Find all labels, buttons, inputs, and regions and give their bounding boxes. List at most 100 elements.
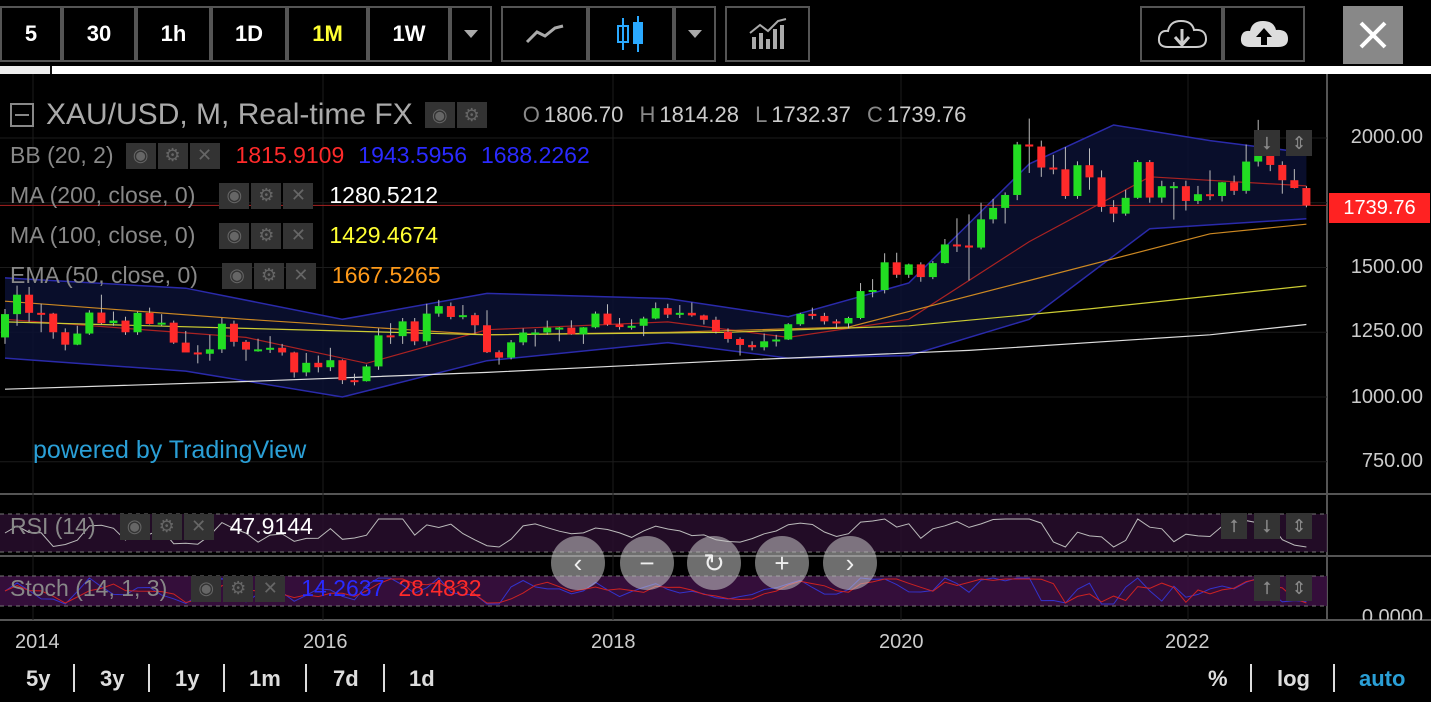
gear-icon[interactable]: ⚙	[251, 182, 282, 209]
candle-body	[362, 366, 371, 382]
separator	[1333, 664, 1335, 692]
candle-body	[133, 312, 142, 333]
candle-body	[229, 323, 238, 342]
expand-pane-icon[interactable]: ⇕	[1286, 575, 1312, 601]
gear-icon[interactable]: ⚙	[151, 513, 182, 540]
zoom-out-button[interactable]: −	[620, 536, 674, 590]
eye-icon[interactable]: ◉	[119, 513, 150, 540]
indicators-button[interactable]	[725, 6, 810, 62]
close-icon[interactable]: ✕	[283, 182, 314, 209]
indicator-name: EMA (50, close, 0)	[10, 262, 198, 288]
indicator-controls: ◉ ⚙ ✕	[119, 513, 214, 540]
chart-type-dropdown-button[interactable]	[674, 6, 716, 62]
close-button[interactable]	[1343, 6, 1403, 64]
eye-icon[interactable]: ◉	[219, 222, 250, 249]
minus-icon: −	[639, 547, 655, 578]
zoom-in-button[interactable]: +	[755, 536, 809, 590]
interval-1m-button[interactable]: 1M	[287, 6, 368, 62]
interval-1h-button[interactable]: 1h	[136, 6, 211, 62]
candlestick-button[interactable]	[588, 6, 674, 62]
interval-5-button[interactable]: 5	[0, 6, 62, 62]
stoch-d-value: 28.4832	[398, 575, 482, 601]
candle-body	[555, 327, 564, 330]
gear-icon[interactable]: ⚙	[456, 102, 487, 128]
interval-30-button[interactable]: 30	[62, 6, 136, 62]
reset-button[interactable]: ↻	[687, 536, 741, 590]
candle-body	[1, 314, 9, 338]
eye-icon[interactable]: ◉	[125, 142, 156, 169]
expand-pane-icon[interactable]: ⇕	[1286, 513, 1312, 539]
gear-icon[interactable]: ⚙	[253, 262, 284, 289]
symbol-controls: ◉ ⚙	[424, 102, 487, 128]
gear-icon[interactable]: ⚙	[223, 575, 254, 602]
gear-icon[interactable]: ⚙	[251, 222, 282, 249]
interval-1w-button[interactable]: 1W	[368, 6, 450, 62]
candle-body	[338, 360, 347, 381]
candle-body	[1109, 206, 1118, 214]
scroll-right-button[interactable]: ›	[823, 536, 877, 590]
candle-body	[495, 352, 504, 358]
line-chart-button[interactable]	[501, 6, 588, 62]
expand-pane-icon[interactable]: ⇕	[1286, 130, 1312, 156]
scrollbar-thumb[interactable]	[52, 66, 1431, 74]
candle-body	[736, 338, 745, 345]
timeline-scrollbar[interactable]	[0, 66, 1431, 74]
scrollbar-handle[interactable]	[0, 66, 50, 74]
price-axis-label: 2000.00	[1350, 126, 1423, 148]
auto-scale-button[interactable]: auto	[1359, 666, 1405, 692]
interval-1d-button[interactable]: 1D	[211, 6, 287, 62]
range-3y-button[interactable]: 3y	[100, 666, 124, 692]
separator	[1250, 664, 1252, 692]
candle-body	[977, 219, 986, 248]
range-1y-button[interactable]: 1y	[175, 666, 199, 692]
candle-body	[169, 322, 178, 343]
candle-body	[470, 315, 479, 326]
log-scale-button[interactable]: log	[1277, 666, 1310, 692]
close-icon[interactable]: ✕	[285, 262, 316, 289]
candle-body	[531, 332, 540, 335]
eye-icon[interactable]: ◉	[219, 182, 250, 209]
ohlc-high-key: H	[639, 102, 656, 127]
cloud-download-button[interactable]	[1140, 6, 1223, 62]
chevron-down-icon	[688, 30, 702, 38]
eye-icon[interactable]: ◉	[191, 575, 222, 602]
close-icon[interactable]: ✕	[183, 513, 214, 540]
candle-body	[350, 380, 359, 383]
close-icon[interactable]: ✕	[283, 222, 314, 249]
candle-body	[1193, 194, 1202, 201]
close-icon[interactable]: ✕	[255, 575, 286, 602]
collapse-icon[interactable]	[10, 103, 34, 127]
gear-icon[interactable]: ⚙	[157, 142, 188, 169]
powered-by-watermark[interactable]: powered by TradingView	[33, 436, 306, 465]
separator	[383, 664, 385, 692]
range-7d-button[interactable]: 7d	[333, 666, 359, 692]
candle-body	[880, 262, 889, 291]
range-5y-button[interactable]: 5y	[26, 666, 50, 692]
cloud-upload-button[interactable]	[1223, 6, 1305, 62]
close-icon[interactable]: ✕	[189, 142, 220, 169]
candle-body	[603, 313, 612, 325]
price-axis-label: 1250.00	[1350, 320, 1423, 342]
indicator-name: MA (100, close, 0)	[10, 222, 196, 248]
legend-stoch: Stoch (14, 1, 3) ◉ ⚙ ✕ 14.2637 28.4832	[10, 575, 482, 602]
candle-body	[266, 347, 275, 350]
bb-upper-value: 1943.5956	[358, 142, 468, 168]
rsi-value: 47.9144	[229, 513, 313, 539]
range-1m-button[interactable]: 1m	[249, 666, 281, 692]
indicator-controls: ◉ ⚙ ✕	[191, 575, 286, 602]
separator	[73, 664, 75, 692]
move-down-icon[interactable]: ⭣	[1254, 513, 1280, 539]
move-up-icon[interactable]: ⭡	[1221, 513, 1247, 539]
candle-body	[796, 313, 805, 325]
interval-dropdown-button[interactable]	[450, 6, 492, 62]
scroll-left-button[interactable]: ‹	[551, 536, 605, 590]
range-1d-button[interactable]: 1d	[409, 666, 435, 692]
ma200-value: 1280.5212	[329, 182, 439, 208]
move-down-icon[interactable]: ⭣	[1254, 130, 1280, 156]
candle-body	[965, 245, 973, 248]
percent-scale-button[interactable]: %	[1208, 666, 1228, 692]
separator	[305, 664, 307, 692]
eye-icon[interactable]: ◉	[424, 102, 455, 128]
eye-icon[interactable]: ◉	[221, 262, 252, 289]
move-up-icon[interactable]: ⭡	[1254, 575, 1280, 601]
